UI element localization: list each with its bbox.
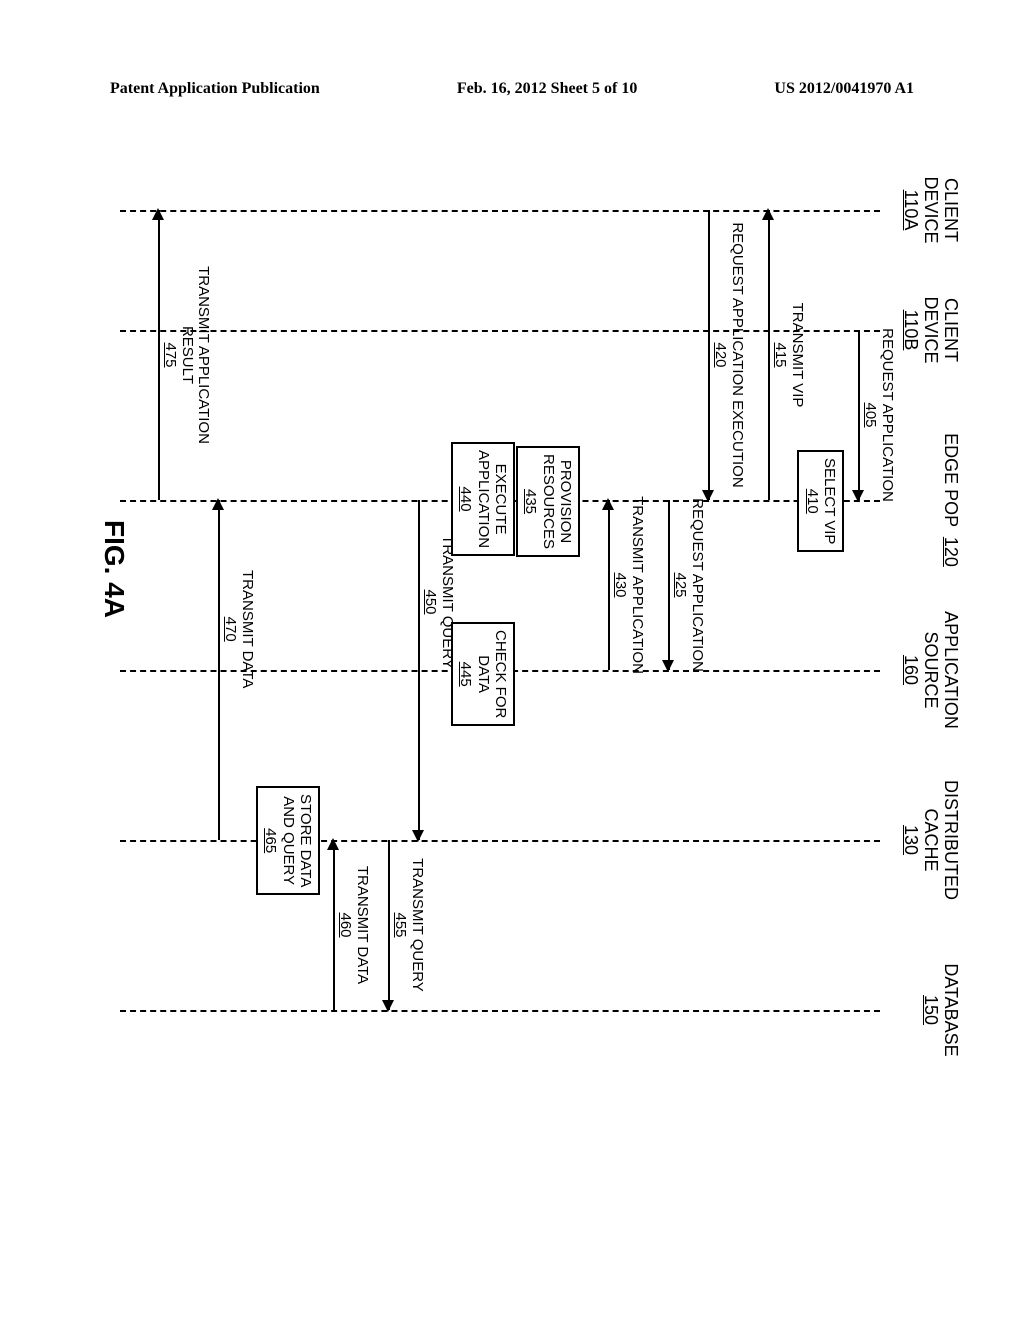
step-text: PROVISION: [557, 460, 574, 543]
diagram-wrapper: CLIENT DEVICE 110A CLIENT DEVICE 110B ED…: [120, 180, 880, 1080]
step-num: 410: [804, 489, 821, 514]
arrow-450: TRANSMIT QUERY 450: [418, 500, 420, 840]
step-text: CHECK FOR: [492, 630, 509, 718]
step-text: AND QUERY: [280, 796, 297, 885]
box-445: CHECK FOR DATA 445: [451, 622, 515, 726]
lifeline-line: [120, 840, 880, 842]
step-text: SELECT VIP: [821, 458, 838, 544]
arrow-460: TRANSMIT DATA 460: [333, 840, 335, 1010]
lifeline-label: DEVICE: [921, 176, 941, 243]
arrow-label: TRANSMIT DATA 470: [222, 570, 255, 688]
step-text: EXECUTE: [492, 464, 509, 535]
lifeline-ref-num: 110A: [901, 190, 921, 231]
step-num: 405: [863, 402, 880, 427]
lifeline-line: [120, 330, 880, 332]
box-465: STORE DATA AND QUERY 465: [256, 786, 320, 895]
lifeline-head-app-source: APPLICATION SOURCE 160: [901, 611, 960, 729]
box-440: EXECUTE APPLICATION 440: [451, 442, 515, 556]
step-num: 460: [338, 912, 355, 937]
arrow-label: REQUEST APPLICATION EXECUTION 420: [712, 222, 745, 487]
lifeline-label: DEVICE: [921, 296, 941, 363]
step-text: RESULT: [179, 326, 196, 384]
arrow-label: TRANSMIT QUERY 450: [422, 535, 455, 669]
header-left: Patent Application Publication: [110, 80, 320, 98]
lifeline-head-dist-cache: DISTRIBUTED CACHE 130: [901, 780, 960, 900]
lifeline-label: DATABASE: [941, 963, 961, 1056]
step-num: 435: [523, 489, 540, 514]
lifeline-head-database: DATABASE 150: [920, 963, 960, 1056]
lifeline-ref-num: 130: [901, 825, 921, 855]
header-right: US 2012/0041970 A1: [774, 80, 914, 98]
sequence-diagram: CLIENT DEVICE 110A CLIENT DEVICE 110B ED…: [120, 180, 880, 1080]
arrow-label: TRANSMIT DATA 460: [337, 866, 370, 984]
step-text: TRANSMIT APPLICATION: [196, 266, 213, 444]
arrow-415: TRANSMIT VIP 415: [768, 210, 770, 500]
step-num: 430: [613, 572, 630, 597]
arrow-470: TRANSMIT DATA 470: [218, 500, 220, 840]
step-text: TRANSMIT APPLICATION: [629, 496, 646, 674]
lifeline-label: CACHE: [921, 808, 941, 871]
lifeline-ref-num: 110B: [901, 310, 921, 351]
step-text: RESOURCES: [540, 454, 557, 549]
arrow-label: TRANSMIT APPLICATION 430: [612, 496, 645, 674]
arrow-label: REQUEST APPLICATION 405: [862, 328, 895, 502]
step-text: DATA: [475, 655, 492, 693]
step-text: TRANSMIT DATA: [239, 570, 256, 688]
lifeline-label: CLIENT: [941, 178, 961, 242]
step-num: 425: [673, 572, 690, 597]
step-text: TRANSMIT QUERY: [439, 535, 456, 669]
step-num: 420: [713, 342, 730, 367]
arrow-430: TRANSMIT APPLICATION 430: [608, 500, 610, 670]
step-num: 415: [773, 342, 790, 367]
header-center: Feb. 16, 2012 Sheet 5 of 10: [457, 80, 637, 98]
lifeline-head-edge-pop: EDGE POP 120: [940, 433, 960, 567]
lifeline-label: DISTRIBUTED: [941, 780, 961, 900]
lifeline-ref-num: 120: [941, 537, 961, 567]
step-num: 450: [423, 589, 440, 614]
step-num: 465: [263, 828, 280, 853]
step-text: STORE DATA: [297, 794, 314, 887]
box-410: SELECT VIP 410: [798, 450, 845, 552]
step-num: 445: [458, 662, 475, 687]
step-num: 455: [393, 912, 410, 937]
page-header: Patent Application Publication Feb. 16, …: [0, 80, 1024, 98]
arrow-label: REQUEST APPLICATION 425: [672, 498, 705, 672]
lifeline-label: EDGE POP: [941, 433, 961, 527]
arrow-label: TRANSMIT QUERY 455: [392, 858, 425, 992]
arrow-405: REQUEST APPLICATION 405: [858, 330, 860, 500]
lifeline-ref-num: 160: [901, 655, 921, 685]
arrow-455: TRANSMIT QUERY 455: [388, 840, 390, 1010]
step-text: REQUEST APPLICATION: [879, 328, 896, 502]
step-num: 470: [223, 617, 240, 642]
step-num: 440: [458, 487, 475, 512]
step-num: 475: [163, 342, 180, 367]
arrow-425: REQUEST APPLICATION 425: [668, 500, 670, 670]
step-text: TRANSMIT VIP: [789, 303, 806, 408]
arrow-label: TRANSMIT VIP 415: [772, 303, 805, 408]
step-text: TRANSMIT DATA: [354, 866, 371, 984]
lifeline-head-client-a: CLIENT DEVICE 110A: [901, 176, 960, 243]
lifeline-head-client-b: CLIENT DEVICE 110B: [901, 296, 960, 363]
arrow-420: REQUEST APPLICATION EXECUTION 420: [708, 210, 710, 500]
arrow-label: TRANSMIT APPLICATION RESULT 475: [162, 266, 212, 444]
lifeline-label: APPLICATION: [941, 611, 961, 729]
step-text: REQUEST APPLICATION EXECUTION: [729, 222, 746, 487]
step-text: APPLICATION: [475, 450, 492, 548]
lifeline-line: [120, 1010, 880, 1012]
lifeline-label: CLIENT: [941, 298, 961, 362]
step-text: TRANSMIT QUERY: [409, 858, 426, 992]
lifeline-ref-num: 150: [921, 995, 941, 1025]
figure-label: FIG. 4A: [98, 520, 130, 618]
step-text: REQUEST APPLICATION: [689, 498, 706, 672]
lifeline-label: SOURCE: [921, 631, 941, 708]
box-435: PROVISION RESOURCES 435: [516, 446, 580, 557]
arrow-475: TRANSMIT APPLICATION RESULT 475: [158, 210, 160, 500]
